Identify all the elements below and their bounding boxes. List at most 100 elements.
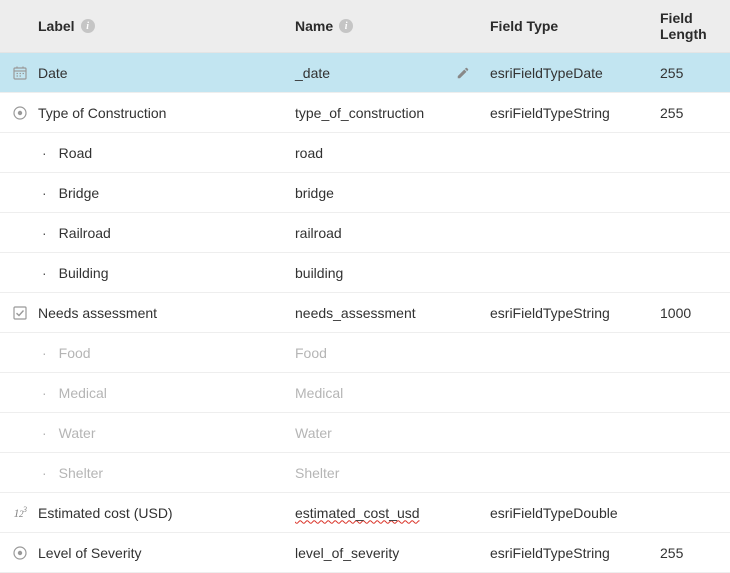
cell-name: Medical [295,385,490,401]
cell-label: · Water [0,425,295,441]
option-row[interactable]: · Bridge bridge [0,173,730,213]
cell-label: · Shelter [0,465,295,481]
option-row[interactable]: · Shelter Shelter [0,453,730,493]
option-name-text: road [295,145,323,161]
row-name-text: type_of_construction [295,105,424,121]
cell-name: road [295,145,490,161]
bullet-icon: · [42,386,47,400]
cell-name: _date [295,65,490,81]
cell-label: Date [0,65,295,81]
edit-icon[interactable] [456,66,470,80]
option-label-text: Railroad [59,225,111,241]
option-row[interactable]: · Building building [0,253,730,293]
cell-name: Food [295,345,490,361]
cell-name: Shelter [295,465,490,481]
cell-fieldlength: 255 [660,105,730,121]
cell-fieldlength: 255 [660,65,730,81]
row-name-text: needs_assessment [295,305,416,321]
table-header-row: Label i Name i Field Type Field Length [0,0,730,53]
option-row[interactable]: · Road road [0,133,730,173]
row-name-text: level_of_severity [295,545,399,561]
row-label-text: Needs assessment [38,305,157,321]
cell-label: · Food [0,345,295,361]
option-name-text: building [295,265,343,281]
cell-label: Type of Construction [0,105,295,121]
header-fieldlength-text: Field Length [660,10,730,42]
cell-label: · Road [0,145,295,161]
row-name-text: estimated_cost_usd [295,505,420,521]
option-label-text: Shelter [59,465,103,481]
bullet-icon: · [42,346,47,360]
option-name-text: Medical [295,385,343,401]
option-label-text: Water [59,425,96,441]
bullet-icon: · [42,466,47,480]
info-icon[interactable]: i [339,19,353,33]
cell-label: Needs assessment [0,305,295,321]
cell-name: railroad [295,225,490,241]
option-name-text: bridge [295,185,334,201]
header-fieldlength[interactable]: Field Length [660,10,730,42]
row-label-text: Level of Severity [38,545,142,561]
row-label-text: Type of Construction [38,105,166,121]
cell-fieldtype: esriFieldTypeDouble [490,505,660,521]
cell-fieldtype: esriFieldTypeString [490,305,660,321]
cell-label: 123 Estimated cost (USD) [0,505,295,521]
option-label-text: Bridge [59,185,99,201]
fields-table: Label i Name i Field Type Field Length D… [0,0,730,573]
header-fieldtype-text: Field Type [490,18,558,34]
cell-name: bridge [295,185,490,201]
option-name-text: Food [295,345,327,361]
bullet-icon: · [42,186,47,200]
calendar-icon [12,65,28,81]
checkbox-icon [12,305,28,321]
cell-label: · Railroad [0,225,295,241]
option-row[interactable]: · Railroad railroad [0,213,730,253]
cell-name: Water [295,425,490,441]
row-name-text: _date [295,65,330,81]
cell-name: needs_assessment [295,305,490,321]
radio-icon [12,545,28,561]
cell-fieldtype: esriFieldTypeString [490,105,660,121]
option-row[interactable]: · Medical Medical [0,373,730,413]
cell-label: · Medical [0,385,295,401]
table-row[interactable]: Type of Construction type_of_construction… [0,93,730,133]
row-label-text: Date [38,65,68,81]
table-row[interactable]: Needs assessment needs_assessment esriFiel… [0,293,730,333]
option-name-text: Shelter [295,465,339,481]
cell-fieldlength: 1000 [660,305,730,321]
bullet-icon: · [42,146,47,160]
table-row[interactable]: Level of Severity level_of_severity esriFi… [0,533,730,573]
cell-name: estimated_cost_usd [295,505,490,521]
cell-name: type_of_construction [295,105,490,121]
option-row[interactable]: · Water Water [0,413,730,453]
option-name-text: railroad [295,225,342,241]
header-name[interactable]: Name i [295,10,490,42]
cell-fieldtype: esriFieldTypeString [490,545,660,561]
option-label-text: Building [59,265,109,281]
option-label-text: Food [59,345,91,361]
option-label-text: Medical [59,385,107,401]
option-label-text: Road [59,145,92,161]
header-label-text: Label [38,18,75,34]
cell-name: level_of_severity [295,545,490,561]
cell-fieldlength: 255 [660,545,730,561]
cell-label: · Bridge [0,185,295,201]
radio-icon [12,105,28,121]
header-label[interactable]: Label i [0,10,295,42]
header-name-text: Name [295,18,333,34]
bullet-icon: · [42,426,47,440]
number-icon: 123 [12,505,28,521]
row-label-text: Estimated cost (USD) [38,505,173,521]
option-name-text: Water [295,425,332,441]
option-row[interactable]: · Food Food [0,333,730,373]
cell-name: building [295,265,490,281]
info-icon[interactable]: i [81,19,95,33]
table-row[interactable]: 123 Estimated cost (USD) estimated_cost_us… [0,493,730,533]
cell-label: · Building [0,265,295,281]
cell-fieldtype: esriFieldTypeDate [490,65,660,81]
bullet-icon: · [42,266,47,280]
header-fieldtype[interactable]: Field Type [490,10,660,42]
bullet-icon: · [42,226,47,240]
cell-label: Level of Severity [0,545,295,561]
table-row[interactable]: Date _date esriFieldTypeDate255 [0,53,730,93]
